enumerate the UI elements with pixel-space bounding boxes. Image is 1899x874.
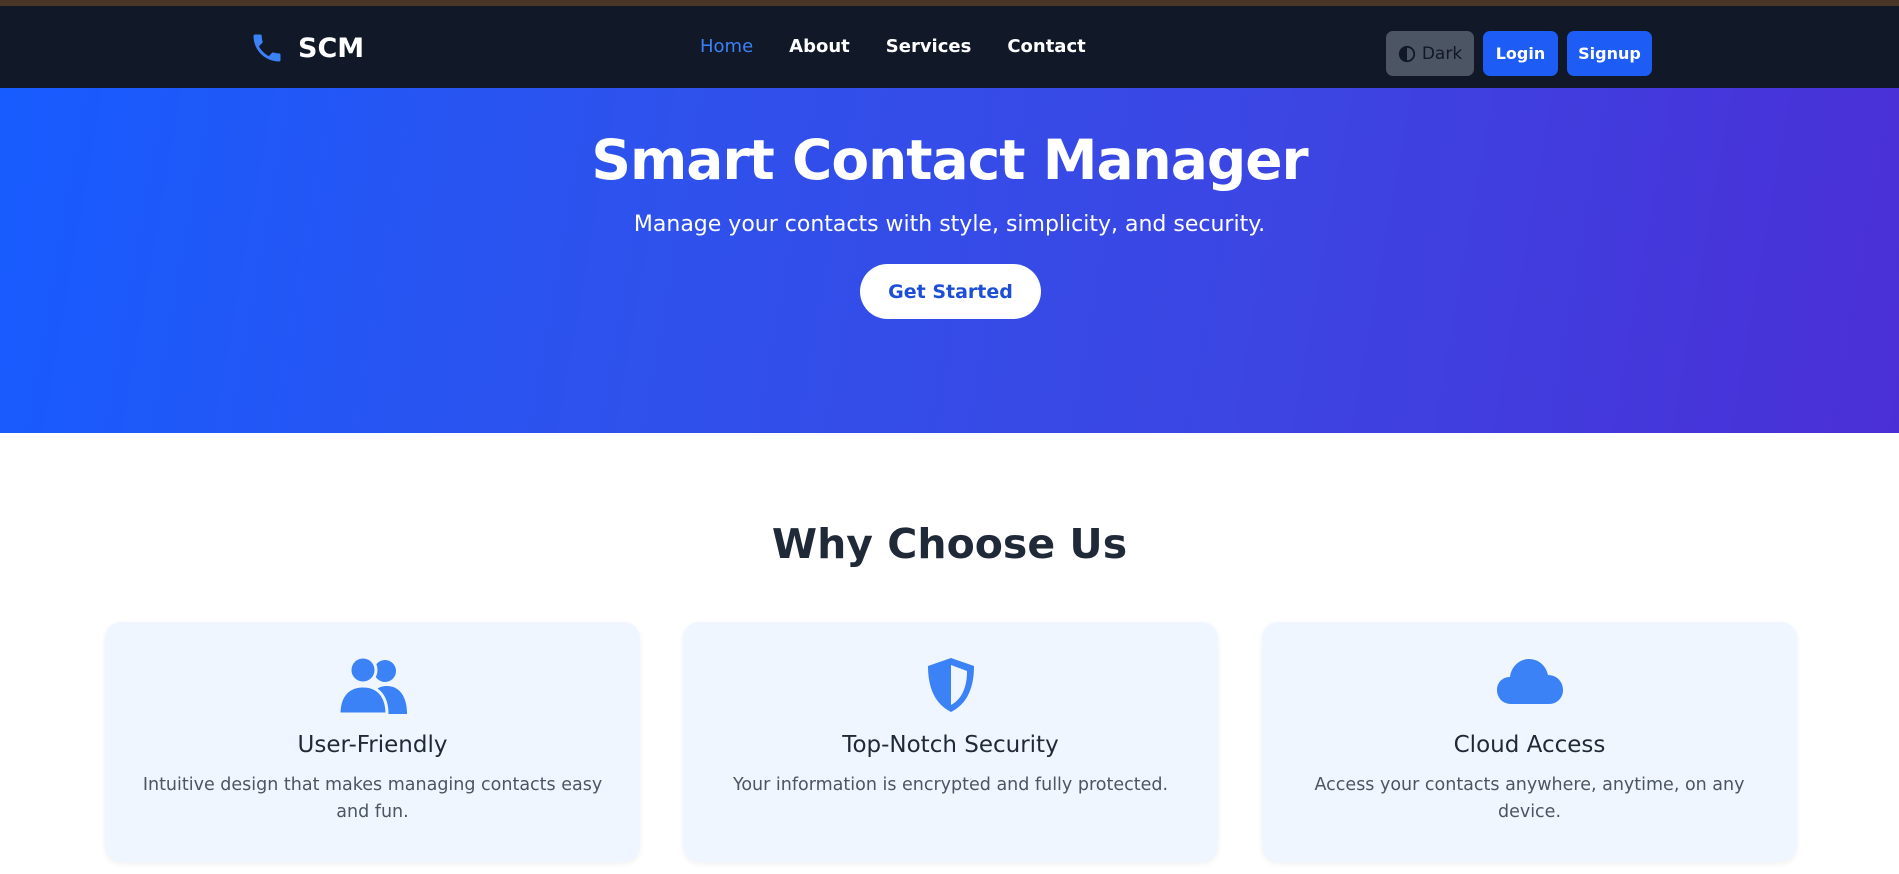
get-started-button[interactable]: Get Started xyxy=(860,264,1041,319)
brand-name: SCM xyxy=(298,32,365,64)
feature-card-user-friendly: User-Friendly Intuitive design that make… xyxy=(105,622,640,862)
nav-link-contact[interactable]: Contact xyxy=(1007,36,1085,57)
feature-title: Cloud Access xyxy=(1453,732,1606,758)
main-nav: Home About Services Contact xyxy=(700,36,1122,57)
users-icon xyxy=(336,656,407,714)
features-title: Why Choose Us xyxy=(771,520,1128,568)
feature-description: Your information is encrypted and fully … xyxy=(732,775,1169,795)
hero-section: Smart Contact Manager Manage your contac… xyxy=(0,88,1899,433)
feature-card-security: Top-Notch Security Your information is e… xyxy=(683,622,1218,862)
theme-toggle-button[interactable]: Dark xyxy=(1386,31,1474,76)
nav-link-about[interactable]: About xyxy=(789,36,850,57)
contrast-icon xyxy=(1398,45,1415,62)
signup-button[interactable]: Signup xyxy=(1567,31,1652,76)
theme-toggle-label: Dark xyxy=(1421,43,1463,64)
nav-link-services[interactable]: Services xyxy=(886,36,972,57)
hero-title: Smart Contact Manager xyxy=(591,128,1308,192)
feature-card-cloud: Cloud Access Access your contacts anywhe… xyxy=(1262,622,1797,862)
phone-icon xyxy=(253,34,281,62)
nav-link-home[interactable]: Home xyxy=(700,36,753,57)
navbar: SCM Home About Services Contact Dark Log… xyxy=(0,6,1899,88)
feature-description: Access your contacts anywhere, anytime, … xyxy=(1314,775,1745,822)
cloud-icon xyxy=(1496,659,1563,704)
feature-description: Intuitive design that makes managing con… xyxy=(142,775,603,822)
hero-subtitle: Manage your contacts with style, simplic… xyxy=(633,212,1266,237)
brand-logo[interactable]: SCM xyxy=(248,30,364,66)
shield-icon xyxy=(927,658,974,712)
nav-actions: Dark Login Signup xyxy=(1386,31,1652,76)
login-button[interactable]: Login xyxy=(1483,31,1558,76)
feature-title: Top-Notch Security xyxy=(842,732,1059,758)
feature-title: User-Friendly xyxy=(297,732,448,758)
